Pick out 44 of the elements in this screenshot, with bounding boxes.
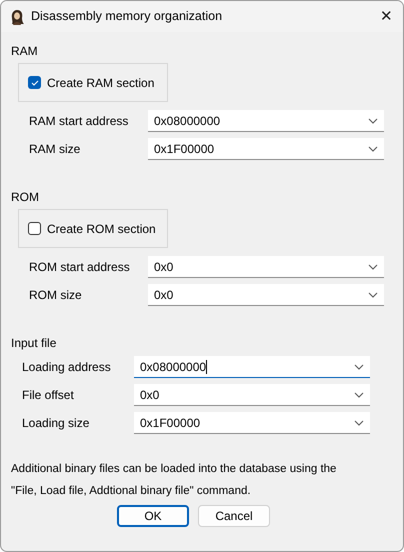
field-label: Loading size: [22, 415, 90, 432]
combo-value: 0x08000000: [154, 112, 220, 130]
chevron-down-icon: [368, 292, 378, 298]
combo-box[interactable]: 0x1F00000: [148, 138, 384, 160]
info-text: "File, Load file, Addtional binary file" command.: [11, 484, 252, 498]
field-label: ROM size: [29, 287, 83, 304]
field-label: ROM start address: [29, 259, 131, 276]
field-label: RAM start address: [29, 113, 130, 130]
checkbox-label: Create ROM section: [47, 220, 156, 238]
combo-value: 0x1F00000: [140, 414, 200, 432]
info-text: Additional binary files can be loaded into the database using the: [11, 462, 338, 476]
field-label: Loading address: [22, 359, 112, 376]
check-icon: [30, 80, 38, 86]
close-button[interactable]: ✕: [380, 9, 393, 24]
combo-value: 0x08000000: [140, 358, 206, 376]
combo-box[interactable]: 0x1F00000: [134, 412, 370, 434]
figure-icon: [9, 8, 25, 24]
dialog-button[interactable]: OK: [117, 505, 189, 527]
combo-value: 0x0: [140, 386, 160, 404]
checkbox[interactable]: [28, 222, 41, 235]
section-title: Input file: [11, 335, 58, 350]
chevron-down-icon: [368, 118, 378, 124]
combo-box[interactable]: 0x0: [148, 284, 384, 306]
chevron-down-icon: [368, 146, 378, 152]
chevron-down-icon: [368, 264, 378, 270]
combo-value: 0x1F00000: [154, 140, 214, 158]
chevron-down-icon: [354, 420, 364, 426]
combo-value: 0x0: [154, 258, 174, 276]
combo-box[interactable]: 0x0: [148, 256, 384, 278]
section-title: RAM: [11, 43, 39, 58]
combo-box[interactable]: 0x08000000: [148, 110, 384, 132]
combo-box[interactable]: 0x08000000: [134, 356, 370, 378]
checkbox[interactable]: [28, 76, 41, 89]
field-label: File offset: [22, 387, 75, 404]
text-caret: [206, 360, 208, 374]
section-title: ROM: [11, 189, 40, 204]
combo-box[interactable]: 0x0: [134, 384, 370, 406]
dialog-button[interactable]: Cancel: [198, 505, 270, 527]
combo-value: 0x0: [154, 286, 174, 304]
window-title: Disassembly memory organization: [31, 8, 224, 26]
chevron-down-icon: [354, 392, 364, 398]
chevron-down-icon: [354, 364, 364, 370]
field-label: RAM size: [29, 141, 82, 158]
checkbox-label: Create RAM section: [47, 74, 154, 92]
